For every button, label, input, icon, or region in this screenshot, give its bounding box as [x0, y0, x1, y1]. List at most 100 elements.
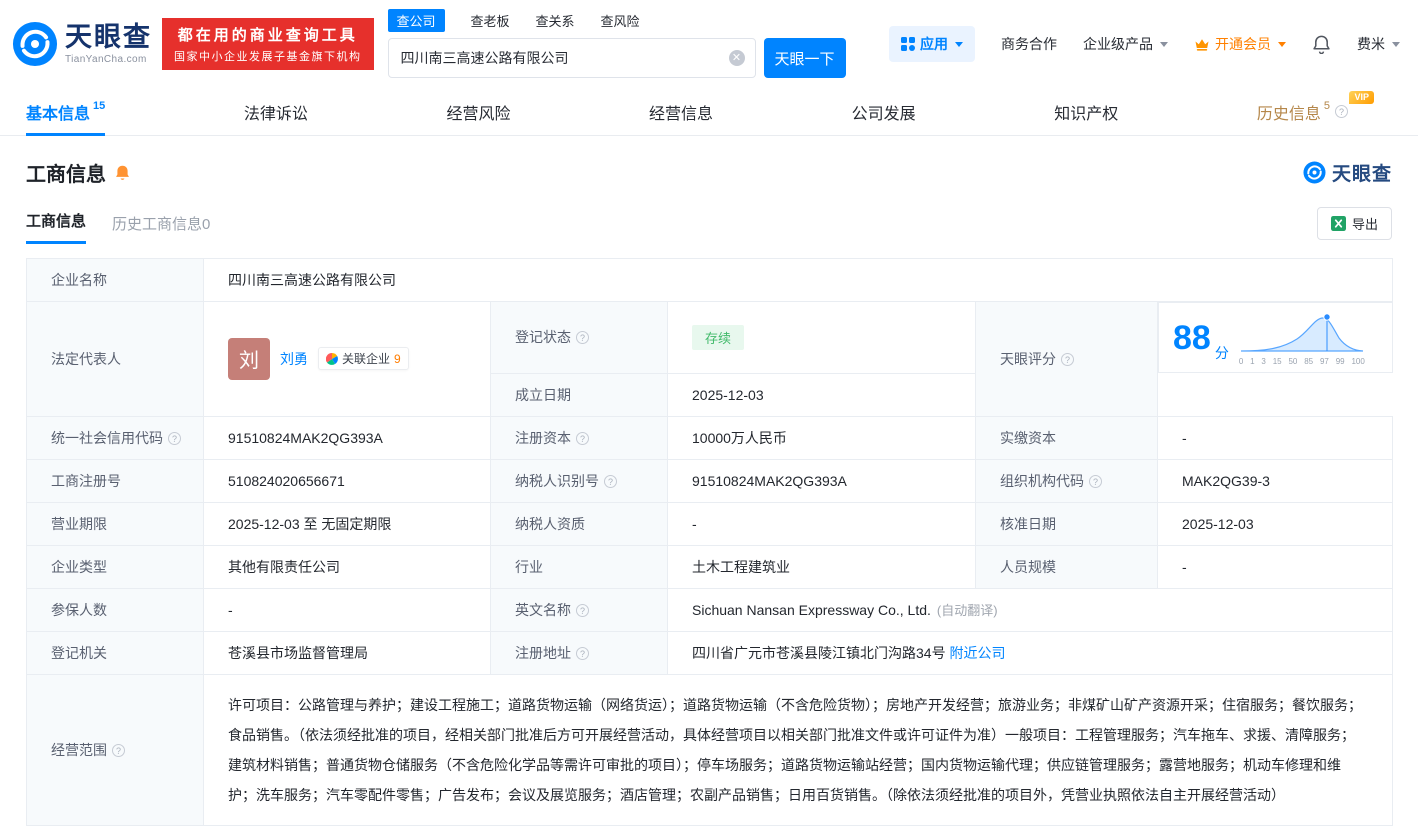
tianyancha-logo[interactable]: 天眼查 TianYanCha.com	[12, 21, 152, 67]
field-label-authority: 登记机关	[26, 630, 204, 675]
table-row: 参保人数 - 英文名称? Sichuan Nansan Expressway C…	[26, 587, 1393, 632]
field-label-company-name: 企业名称	[26, 258, 204, 302]
field-label-paid-capital: 实缴资本	[975, 415, 1158, 460]
chevron-down-icon	[1392, 41, 1400, 47]
help-icon[interactable]: ?	[576, 331, 589, 345]
subscribe-bell-icon[interactable]	[114, 164, 131, 182]
apps-grid-icon	[901, 37, 915, 51]
field-label-approved: 核准日期	[975, 501, 1158, 546]
field-label-industry: 行业	[490, 544, 668, 589]
business-info-section: 工商信息 天眼查 工商信息 历史工商信息0 导出	[0, 136, 1418, 244]
field-value-reg-capital: 10000万人民币	[667, 415, 976, 460]
chevron-down-icon	[1160, 41, 1168, 47]
search-button[interactable]: 天眼一下	[763, 38, 846, 78]
field-value-taxpayer-quality: -	[667, 501, 976, 546]
field-value-scope: 许可项目：公路管理与养护；建设工程施工；道路货物运输（网络货运）；道路货物运输（…	[203, 673, 1393, 826]
field-value-address: 四川省广元市苍溪县陵江镇北门沟路34号 附近公司	[667, 630, 1393, 675]
tab-history-info[interactable]: 历史信息 5 ? VIP	[1256, 88, 1374, 135]
excel-icon	[1330, 216, 1346, 231]
help-icon[interactable]: ?	[1061, 352, 1074, 366]
open-vip-menu[interactable]: 开通会员	[1194, 34, 1286, 54]
business-cooperation-menu[interactable]: 商务合作	[1001, 34, 1057, 54]
field-label-insured: 参保人数	[26, 587, 204, 632]
tab-intellectual-property-label: 知识产权	[1054, 105, 1119, 123]
brand-domain: TianYanCha.com	[65, 53, 147, 65]
field-value-authority: 苍溪县市场监督管理局	[203, 630, 491, 675]
tab-business-info[interactable]: 经营信息	[649, 88, 713, 135]
tab-legal-proceedings[interactable]: 法律诉讼	[244, 88, 308, 135]
help-icon[interactable]: ?	[1089, 474, 1102, 488]
brand-name: 天眼查	[65, 21, 152, 52]
field-label-term: 营业期限	[26, 501, 204, 546]
avatar[interactable]: 刘	[228, 337, 270, 380]
field-label-legal-rep: 法定代表人	[26, 301, 204, 417]
table-row: 工商注册号 510824020656671 纳税人识别号? 91510824MA…	[26, 458, 1393, 503]
apps-menu[interactable]: 应用	[889, 26, 975, 62]
help-icon[interactable]: ?	[576, 603, 589, 617]
clear-search-icon[interactable]: ✕	[728, 50, 745, 66]
search-tab-risk[interactable]: 查风险	[601, 9, 640, 32]
field-value-company-name: 四川南三高速公路有限公司	[203, 258, 1393, 302]
enterprise-product-label: 企业级产品	[1083, 36, 1153, 52]
tab-basic-info-label: 基本信息	[26, 105, 91, 123]
tab-basic-info-count: 15	[93, 99, 106, 112]
tab-intellectual-property[interactable]: 知识产权	[1054, 88, 1118, 135]
user-menu[interactable]: 费米	[1357, 34, 1400, 54]
nearby-companies-link[interactable]: 附近公司	[949, 645, 1005, 661]
field-label-company-type: 企业类型	[26, 544, 204, 589]
field-value-credit-code: 91510824MAK2QG393A	[203, 415, 491, 460]
crown-icon	[1195, 38, 1209, 51]
tab-operational-risk[interactable]: 经营风险	[446, 88, 510, 135]
field-value-staff: -	[1157, 544, 1393, 589]
search-tab-company[interactable]: 查公司	[387, 9, 445, 32]
tab-legal-proceedings-label: 法律诉讼	[243, 105, 308, 123]
subtab-current-business-info[interactable]: 工商信息	[26, 210, 87, 244]
help-icon[interactable]: ?	[576, 431, 589, 445]
search-input[interactable]	[400, 50, 723, 66]
field-label-scope: 经营范围?	[26, 673, 204, 826]
export-button[interactable]: 导出	[1316, 207, 1392, 240]
subtab-history-business-info[interactable]: 历史工商信息0	[112, 213, 210, 244]
tab-history-info-count: 5	[1323, 99, 1330, 112]
help-icon[interactable]: ?	[604, 474, 617, 488]
search-input-wrap: ✕	[387, 38, 756, 78]
field-value-company-type: 其他有限责任公司	[203, 544, 491, 589]
search-tab-relation[interactable]: 查关系	[536, 9, 575, 32]
field-label-established: 成立日期	[490, 372, 668, 417]
notifications[interactable]	[1312, 34, 1331, 54]
tab-history-info-label: 历史信息	[1256, 105, 1321, 123]
legal-rep-link[interactable]: 刘勇	[280, 349, 308, 369]
score-unit: 分	[1214, 345, 1229, 361]
field-label-en-name: 英文名称?	[490, 587, 668, 632]
enterprise-product-menu[interactable]: 企业级产品	[1083, 34, 1168, 54]
status-badge: 存续	[692, 324, 745, 350]
field-label-credit-code: 统一社会信用代码?	[26, 415, 204, 460]
tianyancha-logo-icon	[1303, 161, 1326, 184]
table-row: 登记机关 苍溪县市场监督管理局 注册地址? 四川省广元市苍溪县陵江镇北门沟路34…	[26, 630, 1393, 675]
apps-menu-label: 应用	[920, 36, 948, 52]
related-companies-label: 关联企业	[342, 352, 391, 367]
tab-company-development[interactable]: 公司发展	[852, 88, 916, 135]
help-icon[interactable]: ?	[112, 743, 125, 757]
related-companies-tag[interactable]: 关联企业 9	[318, 347, 409, 371]
related-companies-count: 9	[394, 351, 401, 366]
table-row: 企业名称 四川南三高速公路有限公司	[26, 258, 1393, 302]
bell-icon	[1313, 35, 1330, 54]
user-name: 费米	[1357, 36, 1385, 52]
field-value-approved: 2025-12-03	[1157, 501, 1393, 546]
table-row: 法定代表人 刘 刘勇 关联企业 9 登记状态 ? 存续 天眼评分 ? 88 分 …	[26, 301, 1393, 417]
help-icon[interactable]: ?	[1334, 105, 1348, 118]
field-label-taxpayer-quality: 纳税人资质	[490, 501, 668, 546]
table-row: 经营范围? 许可项目：公路管理与养护；建设工程施工；道路货物运输（网络货运）；道…	[26, 673, 1393, 826]
tab-basic-info[interactable]: 基本信息 15	[26, 88, 106, 136]
field-label-reg-status: 登记状态?	[490, 301, 668, 374]
auto-translate-note: (自动翻译)	[936, 603, 998, 618]
top-bar: 天眼查 TianYanCha.com 都在用的商业查询工具 国家中小企业发展子基…	[0, 0, 1418, 88]
help-icon[interactable]: ?	[168, 431, 181, 445]
field-label-reg-no: 工商注册号	[26, 458, 204, 503]
section-title: 工商信息	[26, 164, 106, 186]
search-tab-boss[interactable]: 查老板	[471, 9, 510, 32]
sub-tabs: 工商信息 历史工商信息0 导出	[26, 207, 1392, 244]
chevron-down-icon	[955, 41, 963, 47]
help-icon[interactable]: ?	[576, 646, 589, 660]
